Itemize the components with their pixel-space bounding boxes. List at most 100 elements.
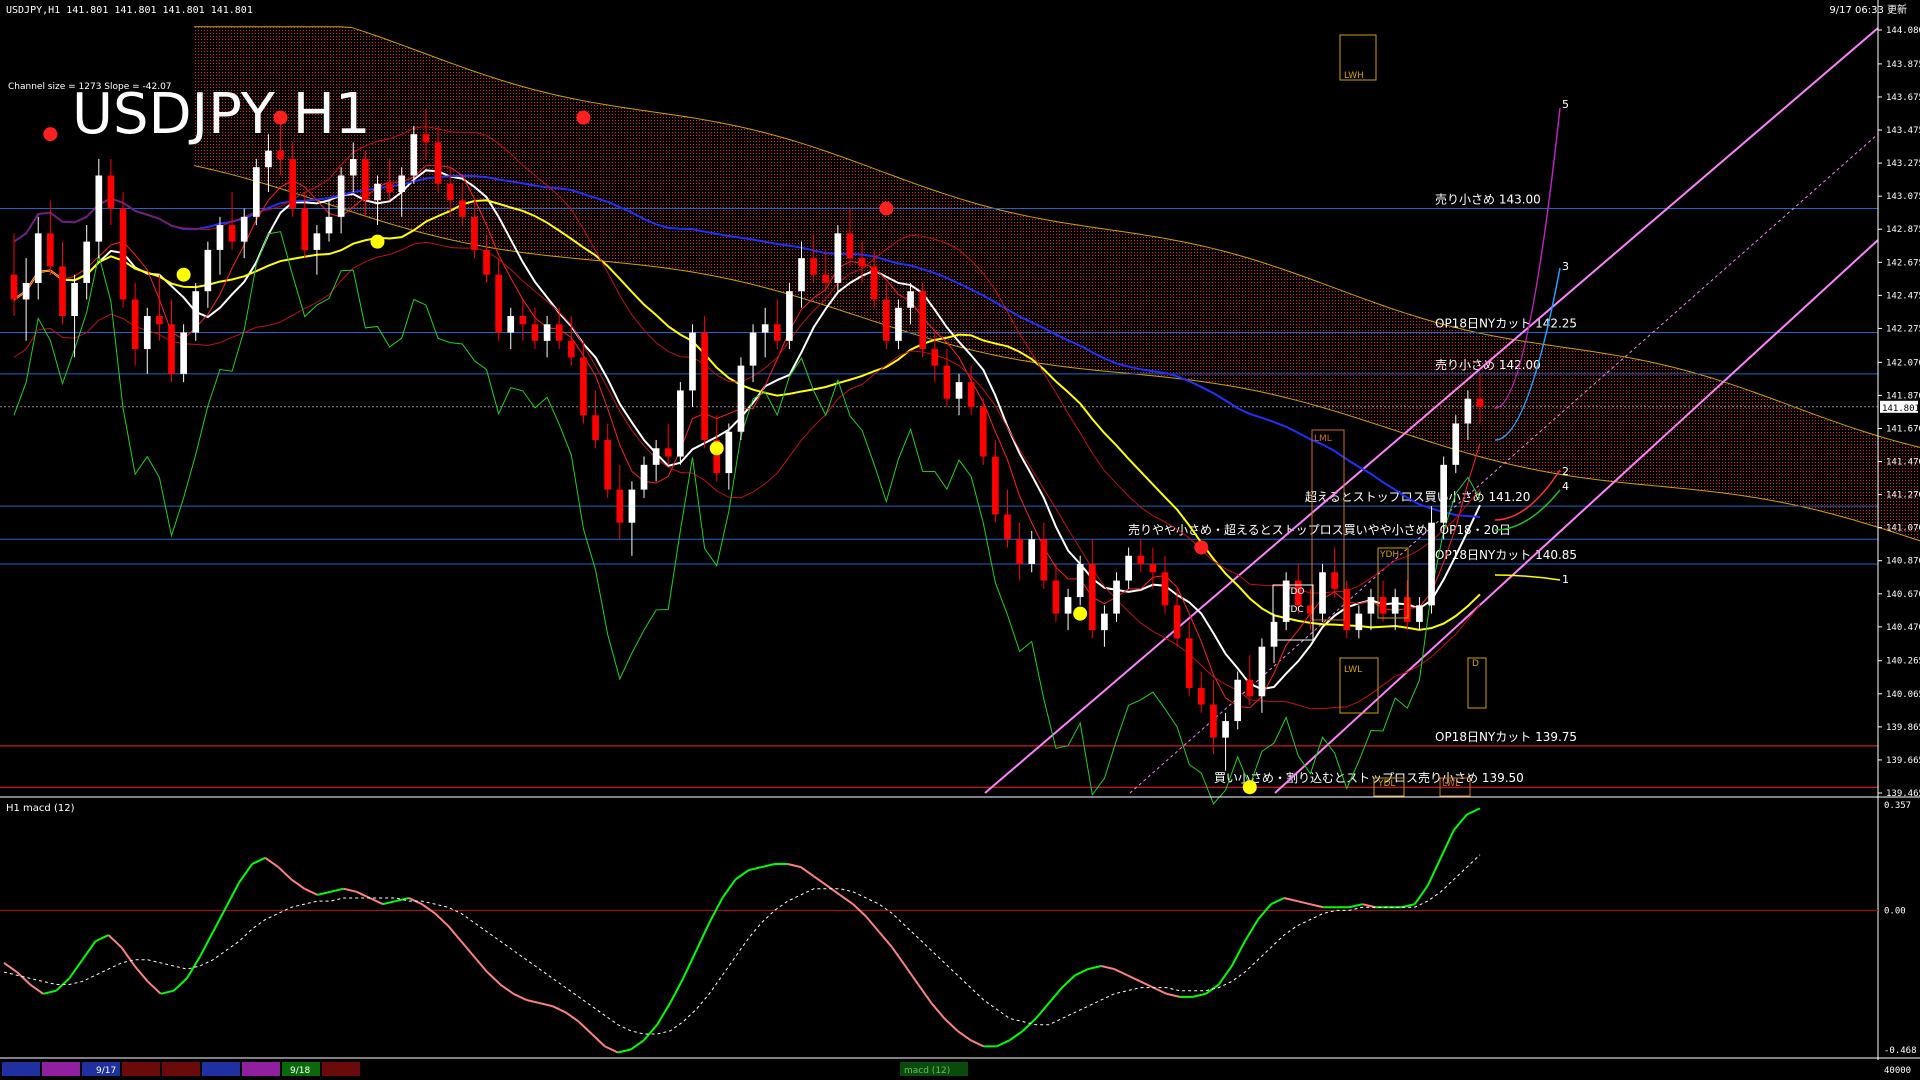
level-label: 買い小さめ・割り込むとストップロス売り小さめ 139.50 <box>1214 770 1524 785</box>
candle <box>192 282 200 341</box>
session-box-label: YDH <box>1379 550 1399 560</box>
candle-body <box>931 349 939 366</box>
candle-body <box>858 258 866 267</box>
candle-body <box>1064 597 1072 614</box>
candle-body <box>664 448 672 457</box>
candle-body <box>1246 679 1254 697</box>
price-tick-label: 142.675 <box>1886 258 1920 268</box>
price-tick-label: 143.275 <box>1886 159 1920 169</box>
session-box-label: LWL <box>1442 779 1460 789</box>
level-label: OP18日NYカット 139.75 <box>1435 730 1577 744</box>
candle-body <box>628 489 636 523</box>
candle-body <box>143 316 151 350</box>
price-tick-label: 141.870 <box>1886 391 1920 401</box>
candle-body <box>773 324 781 341</box>
candle-body <box>592 415 599 441</box>
wave-label: 4 <box>1562 480 1569 493</box>
candle-body <box>386 183 393 193</box>
price-tick-label: 142.070 <box>1886 358 1920 368</box>
period-strip <box>162 1062 200 1076</box>
candle-body <box>131 299 139 350</box>
candle <box>919 282 927 358</box>
macd-scale-label: -0.468 <box>1884 1046 1917 1056</box>
price-tick-label: 142.875 <box>1886 225 1920 235</box>
fractal-marker <box>1242 780 1257 795</box>
candle-body <box>362 158 369 201</box>
fractal-marker <box>370 234 385 249</box>
macd-panel-label: H1 macd (12) <box>6 803 75 814</box>
candle-body <box>1185 638 1193 689</box>
price-tick-label: 144.080 <box>1886 26 1920 36</box>
candle <box>1319 564 1326 622</box>
candle-body <box>749 332 757 366</box>
candle <box>119 192 127 308</box>
level-label: 売り小さめ 143.00 <box>1435 192 1541 207</box>
price-tick-label: 142.475 <box>1886 291 1920 301</box>
candle <box>410 125 418 184</box>
period-strip <box>42 1062 80 1076</box>
candle-body <box>1028 539 1036 565</box>
price-tick-label: 143.875 <box>1886 60 1920 70</box>
wave-label: 5 <box>1562 98 1569 111</box>
candle-body <box>834 233 842 283</box>
price-tick-label: 141.070 <box>1886 524 1920 534</box>
candle-body <box>1210 704 1217 738</box>
level-label: 超えるとストップロス買い小さめ 141.20 <box>1305 489 1530 504</box>
candle-body <box>1367 597 1375 614</box>
price-tick-label: 140.265 <box>1886 657 1920 667</box>
candle-body <box>192 291 200 333</box>
candle-body <box>1052 580 1060 614</box>
last-price-text: 141.801 <box>1882 404 1920 414</box>
big-chart-title: USDJPY H1 <box>72 82 370 147</box>
candle-body <box>1234 679 1242 722</box>
candle <box>1234 671 1242 730</box>
candle-body <box>1173 605 1181 639</box>
price-tick-label: 140.065 <box>1886 690 1920 700</box>
wave-label: 1 <box>1562 573 1569 586</box>
candle-body <box>543 324 551 341</box>
candle-body <box>798 258 805 292</box>
candle-body <box>580 357 587 416</box>
candle-body <box>882 299 890 341</box>
candle-body <box>434 142 442 184</box>
price-tick-label: 141.670 <box>1886 424 1920 434</box>
candle-body <box>1088 564 1096 631</box>
candle-body <box>168 324 175 374</box>
candle-body <box>786 291 793 341</box>
macd-scale-label: 0.357 <box>1884 801 1911 811</box>
candle-body <box>555 324 563 341</box>
candle-body <box>810 258 817 275</box>
candle-body <box>495 274 502 333</box>
candle-body <box>1198 688 1205 705</box>
candle-body <box>95 175 103 242</box>
candle-body <box>422 134 430 143</box>
date-label: 9/17 <box>96 1066 116 1076</box>
price-tick-label: 140.470 <box>1886 623 1920 633</box>
candle-body <box>955 382 963 399</box>
candle-body <box>47 233 54 267</box>
candle-body <box>919 291 927 350</box>
candle-body <box>83 241 91 283</box>
candle-body <box>519 316 527 325</box>
bottom-right-value: 40000 <box>1884 1066 1911 1076</box>
candle <box>180 324 187 383</box>
candle-body <box>895 307 902 341</box>
period-strip <box>122 1062 160 1076</box>
fractal-marker <box>1194 540 1209 555</box>
session-box-label: LML <box>1314 434 1332 444</box>
candle-body <box>204 249 212 292</box>
candle-body <box>1004 514 1011 540</box>
candle-body <box>689 332 696 391</box>
candle-body <box>252 167 260 217</box>
candle-body <box>1101 613 1108 631</box>
candle-body <box>240 216 248 242</box>
period-strip <box>242 1062 280 1076</box>
candle-body <box>10 274 18 300</box>
macd-scale-label: 0.00 <box>1884 906 1906 916</box>
candle-body <box>1222 721 1229 738</box>
candle-body <box>349 158 357 176</box>
candle-body <box>228 225 236 242</box>
candle-body <box>1319 572 1326 614</box>
candle-body <box>1452 423 1460 465</box>
fractal-marker <box>879 201 894 216</box>
